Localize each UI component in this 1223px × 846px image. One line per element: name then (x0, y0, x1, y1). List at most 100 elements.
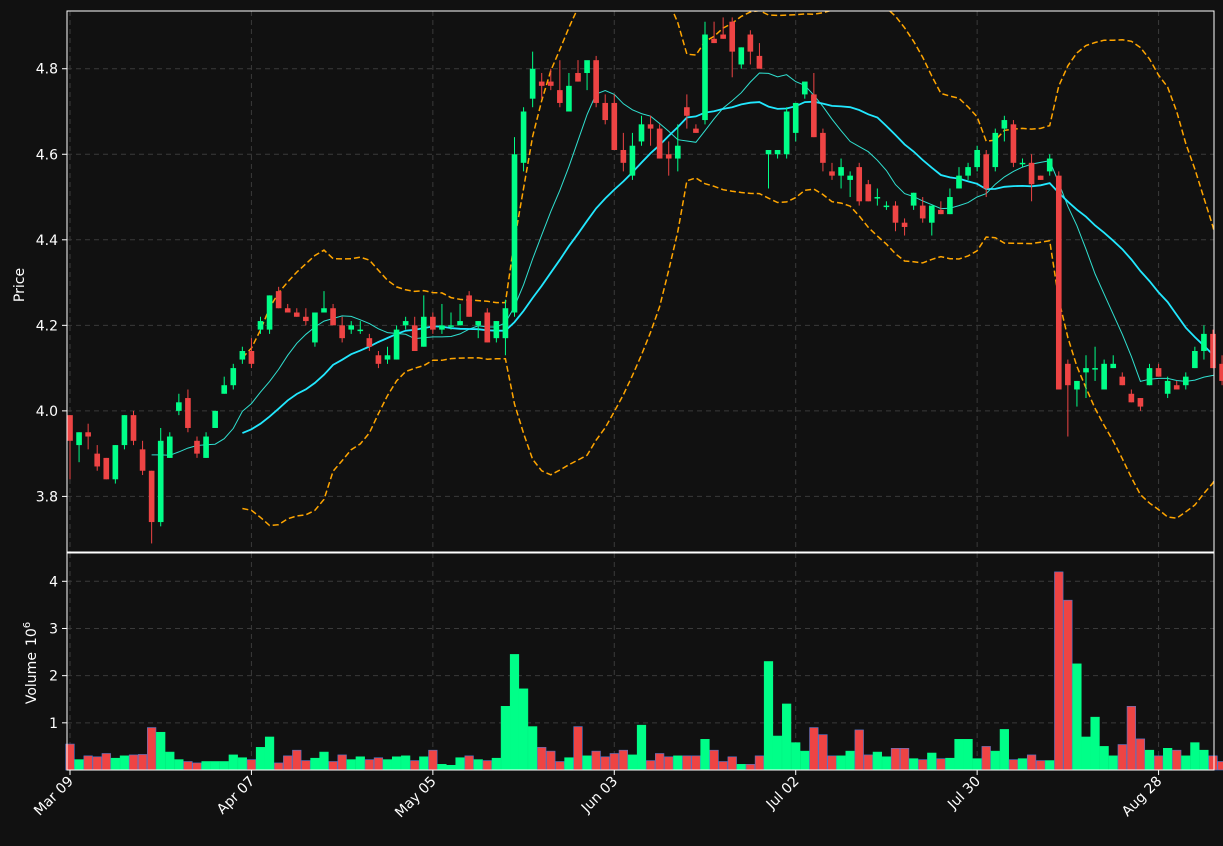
volume-bar (999, 729, 1009, 771)
volume-bar (210, 761, 220, 771)
volume-bar (1099, 746, 1109, 771)
price-tick-label: 4.8 (36, 62, 58, 78)
volume-bar (981, 746, 991, 771)
volume-bar (899, 747, 910, 771)
candle-body (901, 222, 908, 227)
volume-bar (763, 661, 774, 771)
candle-body (139, 449, 146, 471)
volume-bar (800, 750, 810, 771)
volume-bar (255, 747, 266, 771)
x-tick-label: Aug 28 (1119, 774, 1165, 820)
candle-body (575, 73, 581, 82)
volume-bar (437, 764, 447, 771)
candle-body (1137, 398, 1144, 407)
volume-bar (183, 761, 193, 771)
candle-body (257, 321, 264, 330)
volume-tick-label: 3 (49, 621, 58, 637)
volume-bar (101, 753, 111, 771)
volume-bar (237, 757, 247, 771)
chart-canvas: 3.8 4.0 4.2 4.4 4.6 4.8 1 2 3 4 Mar 09 Apr 07 May 0… (12, 10, 1223, 821)
candle-body (1065, 363, 1071, 386)
candle-body (693, 128, 699, 133)
candle-body (593, 60, 599, 103)
candle-body (248, 350, 255, 364)
volume-bar (1172, 749, 1182, 771)
volume-bar (745, 764, 755, 771)
volume-bar (872, 751, 882, 771)
candle-body (747, 34, 754, 52)
candle-body (402, 321, 409, 326)
candle-body (121, 415, 128, 446)
candle-body (674, 145, 681, 159)
candle-body (1028, 162, 1035, 185)
candle-body (366, 338, 373, 347)
volume-bar (791, 742, 801, 771)
volume-bar (918, 759, 928, 771)
candle-body (130, 415, 137, 441)
volume-bar (990, 750, 1000, 771)
candle-body (448, 325, 454, 327)
candle-body (1037, 175, 1044, 180)
volume-bar (818, 734, 828, 771)
candle-body (956, 175, 962, 189)
candle-body (166, 436, 173, 458)
candle-body (1055, 175, 1062, 390)
candle-body (566, 85, 572, 112)
volume-bar (455, 757, 465, 771)
volume-bar (1153, 755, 1164, 771)
candle-body (847, 175, 853, 180)
volume-bar (809, 727, 819, 771)
volume-bar (1199, 749, 1209, 771)
volume-bar (972, 758, 982, 771)
candle-body (76, 432, 82, 446)
candle-body (520, 111, 527, 163)
candle-body (1110, 363, 1117, 369)
candle-body (493, 321, 500, 339)
candle-body (865, 184, 872, 202)
volume-bar (401, 755, 411, 771)
volume-bar (92, 756, 102, 771)
volume-bar (428, 749, 438, 771)
candle-body (928, 205, 935, 223)
candle-body (947, 197, 953, 215)
candle-body (1092, 368, 1098, 370)
volume-bar (1208, 755, 1218, 771)
volume-bars (65, 571, 1223, 771)
volume-bar (909, 758, 919, 771)
volume-bar (573, 726, 583, 771)
candle-body (874, 197, 881, 199)
price-tick-label: 4.6 (36, 147, 58, 163)
volume-bar (319, 751, 329, 771)
volume-bar (673, 755, 683, 771)
candle-body (303, 316, 309, 322)
volume-bar (1190, 742, 1200, 771)
volume-bar (963, 739, 973, 771)
volume-bar (1008, 759, 1019, 771)
candle-body (1101, 363, 1107, 390)
candle-body (647, 124, 654, 129)
candle-body (829, 171, 835, 176)
candle-body (330, 308, 336, 326)
candle-body (783, 111, 790, 155)
candle-body (157, 440, 164, 523)
candle-body (1019, 162, 1026, 165)
volume-bar (364, 759, 374, 771)
volume-bar (1026, 754, 1037, 771)
volume-bar (1126, 706, 1136, 771)
volume-bar (74, 759, 84, 771)
candle-body (239, 350, 246, 360)
candle-body (820, 132, 826, 163)
candle-body (194, 440, 200, 454)
volume-bar (528, 726, 538, 771)
candle-body (475, 321, 482, 326)
candle-body (720, 34, 726, 39)
volume-bar (709, 749, 719, 771)
volume-bar (782, 703, 792, 771)
candle-body (466, 295, 472, 317)
candle-body (611, 102, 618, 150)
candle-body (457, 321, 463, 326)
candle-body (1219, 363, 1223, 381)
volume-axis-exponent-base: 10 (24, 628, 40, 646)
volume-bar (655, 753, 665, 771)
candle-body (919, 205, 926, 219)
